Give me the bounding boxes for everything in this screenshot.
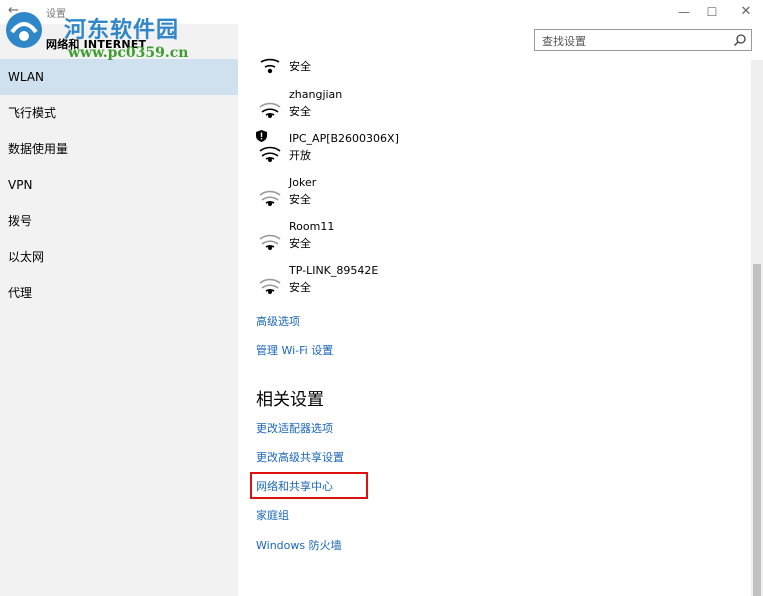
warning-shield-icon — [256, 130, 267, 142]
sidebar: 网络和 INTERNET WLAN 飞行模式 数据使用量 VPN 拨号 以太网 … — [0, 24, 238, 596]
wifi-name: Room11 — [289, 220, 335, 233]
wifi-signal-icon — [260, 58, 280, 74]
wifi-status: 开放 — [289, 149, 311, 162]
watermark-title: 河东软件园 — [64, 17, 180, 43]
wifi-status: 安全 — [289, 60, 311, 73]
watermark-url: www.pc0359.cn — [68, 45, 189, 61]
sidebar-item-proxy[interactable]: 代理 — [0, 275, 238, 311]
change-adapter-options-link[interactable]: 更改适配器选项 — [256, 420, 333, 436]
sidebar-item-wlan[interactable]: WLAN — [0, 59, 238, 95]
app-title: 设置 — [46, 9, 66, 20]
wifi-network-item[interactable]: IPC_AP[B2600306X] 开放 — [255, 130, 655, 172]
wifi-status: 安全 — [289, 105, 311, 118]
wifi-status: 安全 — [289, 281, 311, 294]
homegroup-link[interactable]: 家庭组 — [256, 507, 289, 523]
wifi-name: Joker — [289, 176, 317, 189]
advanced-options-link[interactable]: 高级选项 — [256, 313, 300, 329]
advanced-sharing-settings-link[interactable]: 更改高级共享设置 — [256, 449, 344, 465]
related-settings-heading: 相关设置 — [256, 390, 324, 410]
wifi-network-item[interactable]: zhangjian 安全 — [255, 88, 655, 128]
wifi-network-item[interactable]: Joker 安全 — [255, 176, 655, 216]
highlight-box — [250, 472, 368, 499]
wifi-signal-icon — [259, 234, 281, 250]
scrollbar[interactable] — [751, 60, 763, 596]
wifi-status: 安全 — [289, 193, 311, 206]
sidebar-item-vpn[interactable]: VPN — [0, 167, 238, 203]
manage-wifi-settings-link[interactable]: 管理 Wi-Fi 设置 — [256, 342, 333, 358]
wifi-network-item[interactable]: Room11 安全 — [255, 220, 655, 260]
scrollbar-thumb[interactable] — [753, 264, 761, 596]
wifi-network-item[interactable]: TP-LINK_89542E 安全 — [255, 264, 655, 304]
sidebar-item-data-usage[interactable]: 数据使用量 — [0, 131, 238, 167]
minimize-icon[interactable]: — — [670, 2, 698, 22]
watermark-logo-icon — [6, 12, 42, 48]
wifi-signal-icon — [259, 102, 281, 118]
close-icon[interactable]: ✕ — [732, 2, 760, 22]
wifi-name: IPC_AP[B2600306X] — [289, 132, 399, 145]
sidebar-item-dialup[interactable]: 拨号 — [0, 203, 238, 239]
wifi-network-item[interactable]: 安全 — [255, 48, 655, 88]
wifi-signal-icon — [259, 190, 281, 206]
wifi-status: 安全 — [289, 237, 311, 250]
wifi-signal-icon — [259, 278, 281, 294]
wifi-name: TP-LINK_89542E — [289, 264, 379, 277]
sidebar-item-ethernet[interactable]: 以太网 — [0, 239, 238, 275]
search-icon[interactable] — [733, 33, 747, 47]
maximize-icon[interactable]: ☐ — [698, 2, 726, 22]
sidebar-item-airplane-mode[interactable]: 飞行模式 — [0, 95, 238, 131]
windows-firewall-link[interactable]: Windows 防火墙 — [256, 537, 342, 553]
wifi-name: zhangjian — [289, 88, 343, 101]
